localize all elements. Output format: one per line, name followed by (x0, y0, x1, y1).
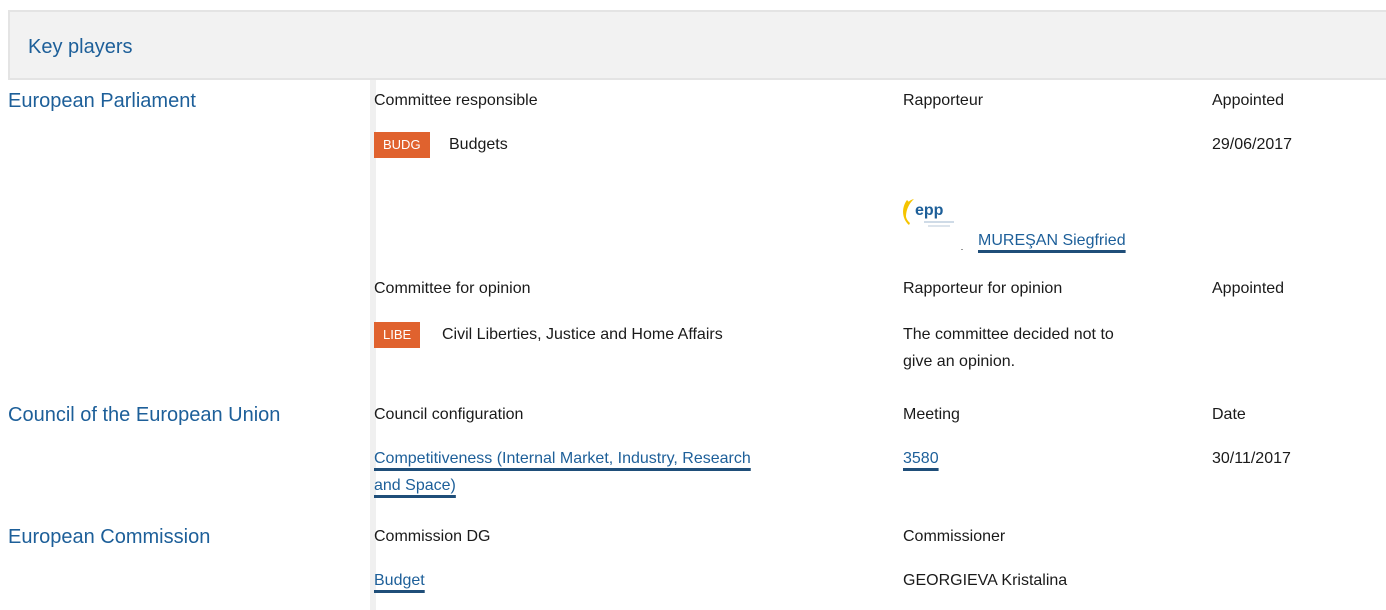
council-configuration-link[interactable]: Competitiveness (Internal Market, Indust… (374, 448, 751, 470)
key-players-header: Key players (8, 10, 1386, 80)
institution-european-parliament: European Parliament (8, 90, 196, 112)
panel-title: Key players (28, 36, 133, 58)
committee-badge-budg: BUDG (374, 132, 430, 158)
council-configuration-header: Council configuration (374, 406, 524, 423)
meeting-link[interactable]: 3580 (903, 448, 939, 470)
date-header: Date (1212, 406, 1246, 423)
council-configuration-link-cont[interactable]: and Space) (374, 475, 456, 497)
council-date: 30/11/2017 (1212, 450, 1291, 467)
committee-name-libe: Civil Liberties, Justice and Home Affair… (442, 326, 723, 343)
svg-text:epp: epp (915, 202, 944, 219)
committee-responsible-header: Committee responsible (374, 92, 538, 109)
institution-council: Council of the European Union (8, 404, 281, 426)
commissioner-header: Commissioner (903, 528, 1006, 545)
commissioner-name: GEORGIEVA Kristalina (903, 572, 1068, 589)
rapporteur-for-opinion-header: Rapporteur for opinion (903, 280, 1063, 297)
committee-name-budgets: Budgets (449, 136, 508, 153)
institution-commission: European Commission (8, 526, 211, 548)
committee-badge-libe: LIBE (374, 322, 421, 348)
commission-dg-header: Commission DG (374, 528, 491, 545)
appointed-date: 29/06/2017 (1212, 136, 1293, 153)
opinion-note-line1: The committee decided not to (903, 326, 1114, 343)
opinion-appointed-header: Appointed (1212, 280, 1285, 297)
rapporteur-link[interactable]: MUREŞAN Siegfried (978, 230, 1126, 252)
meeting-header: Meeting (903, 406, 960, 423)
commission-dg-link[interactable]: Budget (374, 570, 425, 592)
epp-group-logo: epp (898, 188, 964, 250)
rapporteur-header: Rapporteur (903, 92, 984, 109)
appointed-header: Appointed (1212, 92, 1285, 109)
committee-for-opinion-header: Committee for opinion (374, 280, 531, 297)
opinion-note-line2: give an opinion. (903, 353, 1016, 370)
